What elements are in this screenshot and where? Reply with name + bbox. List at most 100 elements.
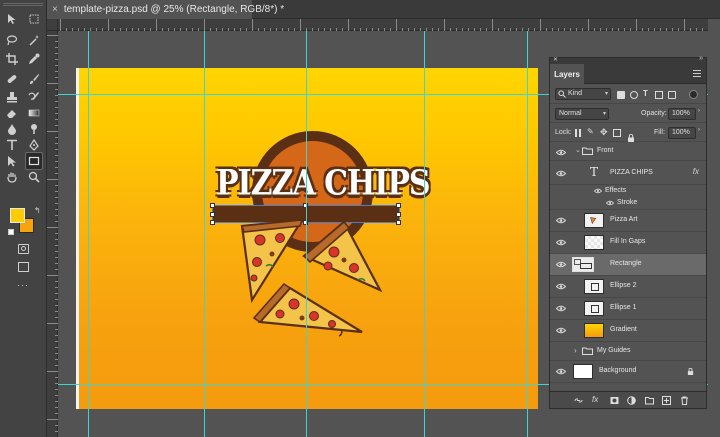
layer-effects-badge[interactable]: fx (693, 167, 699, 176)
foreground-color-swatch[interactable] (10, 208, 25, 223)
eyedropper-icon[interactable] (27, 52, 41, 66)
layer-row-pizza-art[interactable]: Pizza Art (550, 210, 706, 232)
toolbar-grip[interactable] (3, 3, 43, 6)
chevron-right-icon[interactable]: › (698, 108, 700, 114)
blend-mode-select[interactable]: Normal ▾ (555, 108, 609, 120)
visibility-eye-icon[interactable] (556, 327, 566, 334)
filter-adjustment-icon[interactable] (630, 91, 638, 99)
visibility-eye-icon[interactable] (556, 261, 566, 268)
filter-pixel-icon[interactable] (617, 91, 625, 99)
dodge-icon[interactable] (27, 122, 41, 136)
transform-handle[interactable] (210, 220, 215, 225)
visibility-eye-icon[interactable] (556, 217, 566, 224)
chevron-right-icon[interactable]: › (574, 346, 577, 355)
lock-artboard-icon[interactable] (613, 129, 621, 137)
visibility-eye-icon[interactable] (556, 239, 566, 246)
healing-brush-icon[interactable] (5, 72, 19, 86)
layer-row-my-guides[interactable]: › My Guides (550, 342, 706, 361)
filter-kind-select[interactable]: Kind ▾ (555, 88, 611, 100)
layer-effect-stroke-row[interactable]: Stroke (550, 197, 706, 210)
layer-row-background[interactable]: Background (550, 361, 706, 383)
filter-toggle-icon[interactable] (689, 90, 698, 99)
vertical-guide[interactable] (204, 31, 205, 437)
move-icon[interactable] (5, 12, 19, 26)
layer-effects-row[interactable]: Effects (550, 185, 706, 197)
crop-icon[interactable] (5, 52, 19, 66)
add-layer-style-icon[interactable]: fx (592, 395, 601, 404)
horizontal-ruler[interactable] (58, 19, 720, 31)
chevron-down-icon[interactable]: ⌄ (575, 146, 581, 154)
panel-close-icon[interactable]: ✕ (553, 56, 558, 63)
link-layers-icon[interactable] (574, 396, 583, 405)
filter-type-icon[interactable]: T (643, 90, 651, 98)
lasso-icon[interactable] (5, 33, 19, 47)
visibility-eye-icon[interactable] (556, 149, 566, 156)
zoom-icon[interactable] (27, 170, 41, 184)
visibility-eye-icon[interactable] (594, 188, 602, 194)
pizza-chips-heading[interactable]: PIZZA CHIPS (216, 163, 431, 203)
more-tools-icon[interactable]: ··· (17, 280, 29, 290)
visibility-eye-icon[interactable] (606, 200, 614, 206)
brush-icon[interactable] (27, 72, 41, 86)
type-icon[interactable] (5, 138, 19, 152)
layer-row-front[interactable]: ⌄ Front (550, 142, 706, 161)
gradient-icon[interactable] (27, 106, 41, 120)
chevron-right-icon[interactable]: › (698, 127, 700, 133)
layer-row-gradient[interactable]: Gradient (550, 320, 706, 342)
rectangle-icon[interactable] (25, 152, 43, 170)
document-tab[interactable]: × template-pizza.psd @ 25% (Rectangle, R… (47, 0, 284, 19)
transform-handle[interactable] (210, 212, 215, 217)
hand-icon[interactable] (5, 170, 19, 184)
transform-handle[interactable] (396, 212, 401, 217)
vertical-guide[interactable] (88, 31, 89, 437)
add-mask-icon[interactable] (610, 396, 619, 405)
visibility-eye-icon[interactable] (556, 368, 566, 375)
eraser-icon[interactable] (5, 106, 19, 120)
magic-wand-icon[interactable] (27, 33, 41, 47)
layer-row-ellipse-1[interactable]: Ellipse 1 (550, 298, 706, 320)
default-colors-icon[interactable] (8, 229, 14, 235)
adjustment-layer-icon[interactable] (627, 396, 636, 405)
transform-handle[interactable] (396, 203, 401, 208)
swap-colors-icon[interactable]: ↰ (34, 206, 41, 215)
fill-field[interactable]: 100% (668, 127, 696, 139)
quick-mask-icon[interactable] (18, 244, 29, 254)
layer-row-rectangle[interactable]: Rectangle (550, 254, 706, 276)
new-group-icon[interactable] (645, 396, 654, 405)
lock-all-icon[interactable] (627, 129, 635, 142)
path-selection-icon[interactable] (5, 154, 19, 168)
panel-menu-icon[interactable] (693, 70, 701, 77)
lock-position-icon[interactable]: ✥ (600, 128, 608, 137)
layer-row-pizza-chips[interactable]: T PIZZA CHIPS fx (550, 161, 706, 185)
screen-mode-icon[interactable] (18, 262, 29, 272)
ruler-origin[interactable] (47, 19, 58, 31)
new-layer-icon[interactable] (662, 396, 671, 405)
pen-icon[interactable] (27, 138, 41, 152)
tab-close-icon[interactable]: × (52, 4, 58, 15)
ruler-tick (47, 323, 58, 324)
blur-icon[interactable] (5, 122, 19, 136)
transform-handle[interactable] (396, 220, 401, 225)
lock-transparent-icon[interactable] (575, 129, 583, 137)
vertical-ruler[interactable] (47, 31, 58, 437)
vertical-guide[interactable] (424, 31, 425, 437)
tab-layers[interactable]: Layers (550, 64, 584, 84)
vertical-guide[interactable] (306, 31, 307, 437)
opacity-field[interactable]: 100% (668, 108, 696, 120)
panel-collapse-icon[interactable]: » (699, 55, 703, 62)
pizza-art-illustration[interactable] (232, 218, 392, 338)
artboard-icon[interactable] (27, 12, 41, 26)
layer-row-fill-in-gaps[interactable]: Fill In Gaps (550, 232, 706, 254)
visibility-eye-icon[interactable] (556, 170, 566, 177)
filter-shape-icon[interactable] (655, 91, 663, 99)
transform-handle[interactable] (210, 203, 215, 208)
history-brush-icon[interactable] (27, 90, 41, 104)
clone-stamp-icon[interactable] (5, 90, 19, 104)
visibility-eye-icon[interactable] (556, 305, 566, 312)
vertical-guide[interactable] (527, 31, 528, 437)
layer-row-ellipse-2[interactable]: Ellipse 2 (550, 276, 706, 298)
visibility-eye-icon[interactable] (556, 283, 566, 290)
lock-image-icon[interactable]: ✎ (587, 128, 595, 136)
filter-smart-object-icon[interactable] (668, 91, 676, 99)
delete-layer-icon[interactable] (680, 396, 689, 405)
